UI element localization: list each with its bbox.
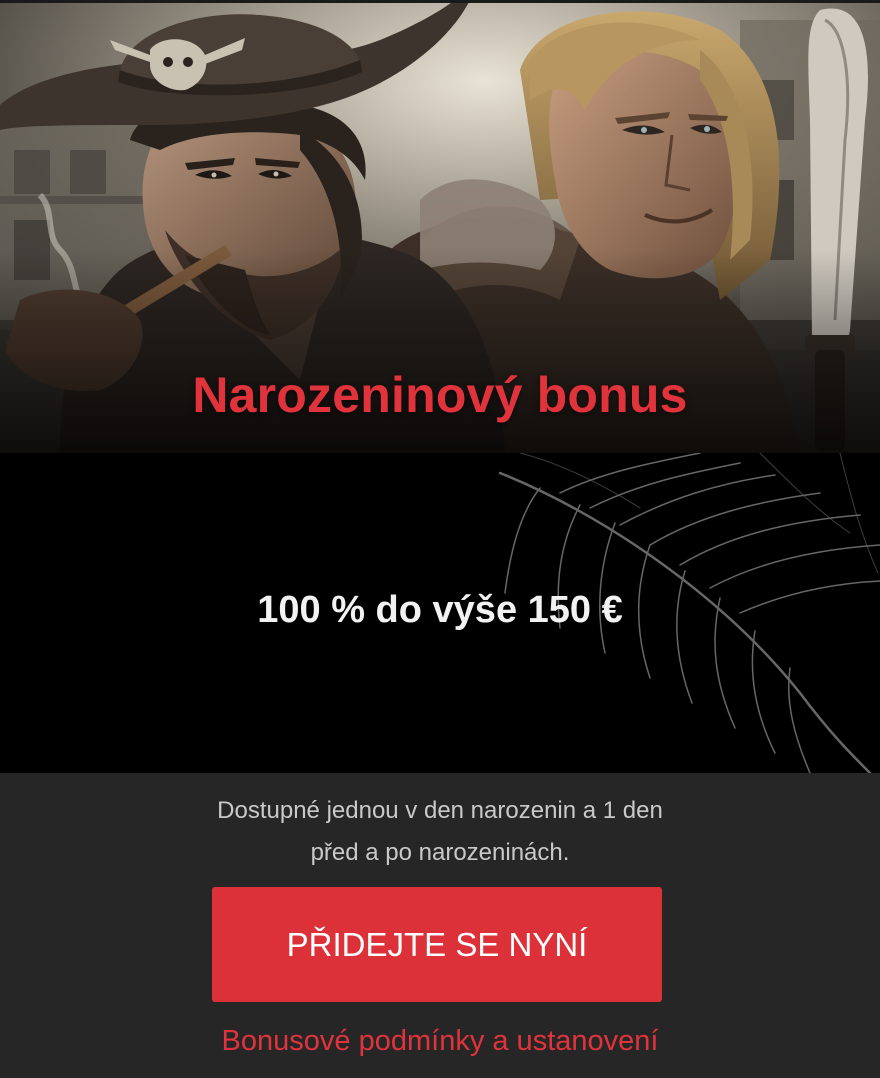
offer-band: 100 % do výše 150 € [0,453,880,773]
bonus-terms-link[interactable]: Bonusové podmínky a ustanovení [0,1018,880,1064]
bonus-title: Narozeninový bonus [192,367,688,423]
bonus-amount: 100 % do výše 150 € [257,589,623,631]
bonus-availability-text: Dostupné jednou v den narozenin a 1 den … [0,790,880,874]
availability-line-2: před a po narozeninách. [310,839,570,866]
birthday-bonus-card: Narozeninový bonus 100 % do výše 150 € D… [0,0,880,1078]
hero-banner: Narozeninový bonus [0,0,880,453]
availability-line-1: Dostupné jednou v den narozenin a 1 den [217,797,663,824]
join-now-button[interactable]: PŘIDEJTE SE NYNÍ [212,887,662,1002]
